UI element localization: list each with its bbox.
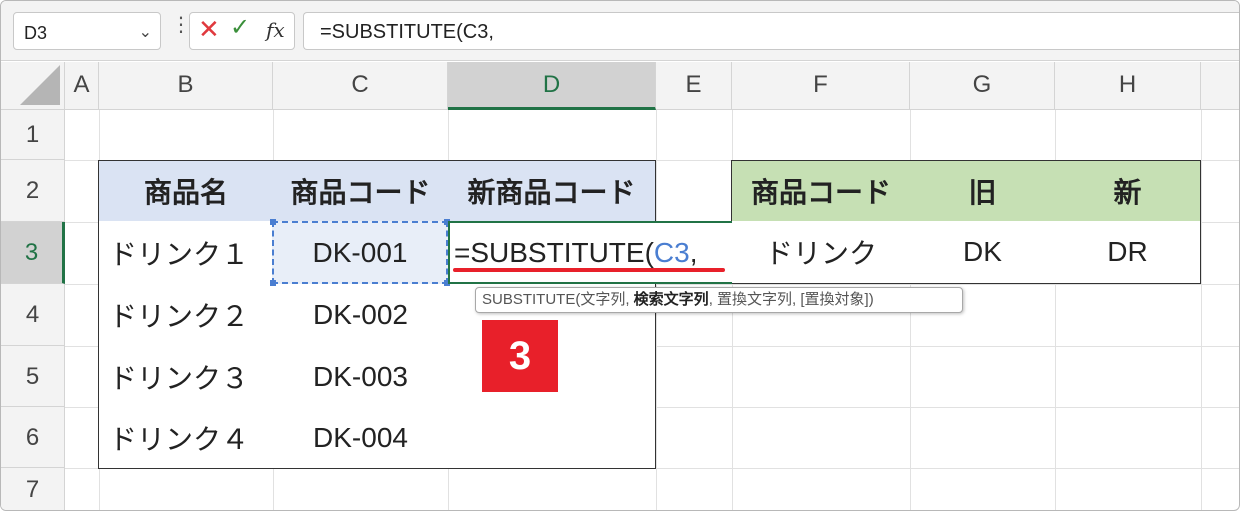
cell-d6[interactable] xyxy=(448,407,656,469)
row-header-5[interactable]: 5 xyxy=(1,346,65,407)
select-all-corner[interactable] xyxy=(1,62,65,110)
cell-c5[interactable]: DK-003 xyxy=(273,346,449,408)
cell-c4[interactable]: DK-002 xyxy=(273,284,449,347)
more-options-icon[interactable]: ⋮ xyxy=(171,15,191,35)
range-handle[interactable] xyxy=(270,219,276,225)
tooltip-func: SUBSTITUTE(文字列, xyxy=(482,291,634,308)
spreadsheet-window: D3 ⌄ ⋮ ✕ ✓ fx =SUBSTITUTE(C3, A B C D E … xyxy=(0,0,1240,511)
formula-prefix: =SUBSTITUTE( xyxy=(454,237,654,268)
chevron-down-icon[interactable]: ⌄ xyxy=(139,22,152,42)
formula-ref-c3: C3 xyxy=(653,237,690,268)
name-box[interactable]: D3 ⌄ xyxy=(13,12,161,50)
row-header-4[interactable]: 4 xyxy=(1,284,65,346)
cell-c3-value: DK-001 xyxy=(312,236,408,268)
cell-d3-editing[interactable]: =SUBSTITUTE(C3, xyxy=(448,221,732,284)
cell-h2[interactable]: 新 xyxy=(1055,160,1201,222)
cell-c6[interactable]: DK-004 xyxy=(273,407,449,469)
range-handle[interactable] xyxy=(270,280,276,286)
insert-function-icon[interactable]: fx xyxy=(266,18,285,42)
row-header-3[interactable]: 3 xyxy=(1,222,65,284)
row-header-7[interactable]: 7 xyxy=(1,468,65,510)
row-header-2[interactable]: 2 xyxy=(1,160,65,222)
column-header-d[interactable]: D xyxy=(448,62,656,110)
cancel-icon[interactable]: ✕ xyxy=(198,16,220,42)
column-header-a[interactable]: A xyxy=(65,62,99,110)
cell-b2[interactable]: 商品名 xyxy=(98,160,274,222)
step-badge: 3 xyxy=(482,320,558,392)
column-header-b[interactable]: B xyxy=(99,62,273,110)
column-header-g[interactable]: G xyxy=(910,62,1055,110)
formula-input[interactable]: =SUBSTITUTE(C3, xyxy=(303,12,1239,50)
tooltip-rest: , 置換文字列, [置換対象]) xyxy=(708,291,874,308)
select-all-triangle-icon xyxy=(20,65,60,105)
name-box-value: D3 xyxy=(24,23,48,43)
cell-g3[interactable]: DK xyxy=(910,221,1056,284)
cell-d2[interactable]: 新商品コード xyxy=(448,160,656,222)
grid-line xyxy=(1201,110,1202,510)
column-header-e[interactable]: E xyxy=(656,62,732,110)
formula-suffix: , xyxy=(689,237,698,268)
column-header-f[interactable]: F xyxy=(732,62,910,110)
cell-c2[interactable]: 商品コード xyxy=(273,160,449,222)
cell-f3[interactable]: ドリンク xyxy=(731,221,911,284)
tooltip-current-arg: 検索文字列 xyxy=(633,291,709,308)
cell-b3[interactable]: ドリンク１ xyxy=(98,221,274,285)
cell-f2[interactable]: 商品コード xyxy=(731,160,911,222)
cell-h3[interactable]: DR xyxy=(1055,221,1201,284)
cell-b4[interactable]: ドリンク２ xyxy=(98,284,274,347)
row-header-6[interactable]: 6 xyxy=(1,407,65,468)
formula-text: =SUBSTITUTE(C3, xyxy=(320,21,494,43)
formula-buttons: ✕ ✓ fx xyxy=(189,12,295,50)
column-header-next[interactable] xyxy=(1201,62,1239,110)
enter-icon[interactable]: ✓ xyxy=(230,16,250,40)
cell-b6[interactable]: ドリンク４ xyxy=(98,407,274,469)
row-header-1[interactable]: 1 xyxy=(1,110,65,160)
cell-c3-referenced[interactable]: DK-001 xyxy=(270,219,450,286)
red-underline-annotation xyxy=(453,268,725,272)
cell-d3-formula: =SUBSTITUTE(C3, xyxy=(454,237,698,269)
column-header-h[interactable]: H xyxy=(1055,62,1201,110)
cell-b5[interactable]: ドリンク３ xyxy=(98,346,274,408)
function-tooltip[interactable]: SUBSTITUTE(文字列, 検索文字列, 置換文字列, [置換対象]) xyxy=(475,287,963,313)
formula-bar: D3 ⌄ ⋮ ✕ ✓ fx =SUBSTITUTE(C3, xyxy=(1,1,1239,61)
cell-g2[interactable]: 旧 xyxy=(910,160,1056,222)
column-header-c[interactable]: C xyxy=(273,62,448,110)
